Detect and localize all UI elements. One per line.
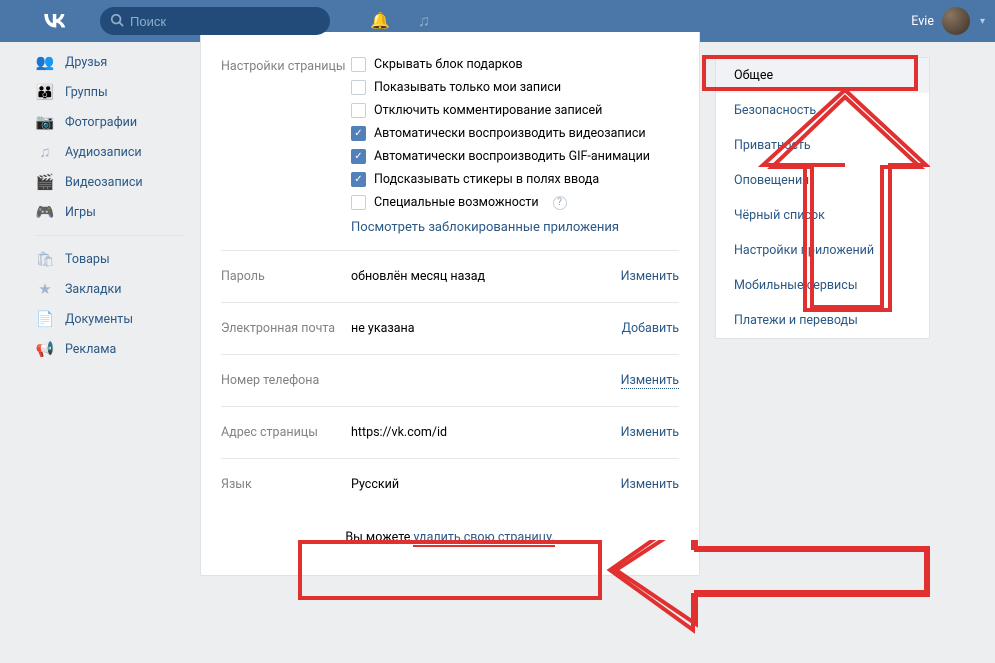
checkbox-label: Специальные возможности — [374, 195, 539, 210]
setting-row: Электронная почтане указанаДобавить — [201, 303, 699, 354]
nav-label: Реклама — [65, 342, 116, 357]
setting-checkbox-row[interactable]: Показывать только мои записи — [351, 80, 679, 95]
leftnav-item[interactable]: 📢 Реклама — [35, 334, 185, 364]
delete-account-row: Вы можете удалить свою страницу. — [201, 510, 699, 575]
setting-checkbox-row[interactable]: Скрывать блок подарков — [351, 57, 679, 72]
nav-icon: 📷 — [35, 113, 55, 131]
leftnav-item[interactable]: ♫ Аудиозаписи — [35, 137, 185, 167]
page-settings-label: Настройки страницы — [221, 57, 351, 235]
setting-action[interactable]: Изменить — [621, 373, 679, 388]
setting-checkbox-row[interactable]: ✓ Автоматически воспроизводить GIF-анимац… — [351, 149, 679, 164]
nav-label: Аудиозаписи — [65, 145, 142, 160]
header-icons: 🔔 ♫ — [370, 11, 430, 31]
chevron-down-icon: ▾ — [980, 16, 985, 27]
setting-label: Адрес страницы — [221, 425, 351, 440]
nav-icon: 🛍 — [35, 250, 55, 268]
leftnav-item[interactable]: ★ Закладки — [35, 274, 185, 304]
search-wrap — [100, 7, 330, 35]
nav-icon: 🎮 — [35, 203, 55, 221]
leftnav-item[interactable]: 📄 Документы — [35, 304, 185, 334]
setting-row: Адрес страницыhttps://vk.com/idИзменить — [201, 407, 699, 458]
setting-value: обновлён месяц назад — [351, 269, 621, 284]
vk-logo[interactable] — [40, 9, 70, 34]
checkbox-label: Автоматически воспроизводить GIF-анимаци… — [374, 149, 650, 164]
nav-divider — [35, 235, 185, 236]
checkbox[interactable]: ✓ — [351, 172, 366, 187]
setting-action[interactable]: Изменить — [621, 477, 679, 492]
nav-icon: 🎬 — [35, 173, 55, 191]
settings-panel: Настройки страницы Скрывать блок подарко… — [200, 32, 700, 576]
settings-tab[interactable]: Общее — [716, 58, 929, 93]
nav-icon: 👥 — [35, 53, 55, 71]
setting-checkbox-row[interactable]: ✓ Автоматически воспроизводить видеозапис… — [351, 126, 679, 141]
settings-tab[interactable]: Мобильные сервисы — [716, 268, 929, 303]
nav-label: Видеозаписи — [65, 175, 143, 190]
setting-value: Русский — [351, 477, 621, 492]
setting-label: Язык — [221, 477, 351, 492]
user-menu[interactable]: Evie ▾ — [911, 7, 985, 35]
checkbox[interactable]: ✓ — [351, 126, 366, 141]
settings-tab[interactable]: Настройки приложений — [716, 233, 929, 268]
nav-label: Игры — [65, 205, 96, 220]
nav-icon: 👪 — [35, 83, 55, 101]
checkbox-label: Отключить комментирование записей — [374, 103, 602, 118]
setting-value: https://vk.com/id — [351, 425, 621, 440]
nav-icon: ★ — [35, 280, 55, 298]
checkbox[interactable] — [351, 57, 366, 72]
notifications-icon[interactable]: 🔔 — [370, 11, 390, 31]
setting-action[interactable]: Изменить — [621, 269, 679, 284]
nav-icon: 📄 — [35, 310, 55, 328]
blocked-apps-link[interactable]: Посмотреть заблокированные приложения — [351, 220, 619, 235]
nav-label: Товары — [65, 252, 110, 267]
setting-row: Парольобновлён месяц назадИзменить — [201, 251, 699, 302]
setting-action[interactable]: Добавить — [622, 321, 679, 336]
checkbox-label: Скрывать блок подарков — [374, 57, 523, 72]
checkbox-label: Показывать только мои записи — [374, 80, 561, 95]
nav-icon: 📢 — [35, 340, 55, 358]
settings-tab[interactable]: Платежи и переводы — [716, 303, 929, 338]
settings-tab[interactable]: Оповещения — [716, 163, 929, 198]
settings-tab[interactable]: Безопасность — [716, 93, 929, 128]
leftnav-item[interactable]: 🎬 Видеозаписи — [35, 167, 185, 197]
setting-row: ЯзыкРусскийИзменить — [201, 459, 699, 510]
settings-tab[interactable]: Приватность — [716, 128, 929, 163]
nav-label: Друзья — [65, 55, 107, 70]
setting-label: Электронная почта — [221, 321, 351, 336]
leftnav-item[interactable]: 👥 Друзья — [35, 47, 185, 77]
footer-prefix: Вы можете — [345, 530, 413, 545]
checkbox-label: Подсказывать стикеры в полях ввода — [374, 172, 599, 187]
checkbox[interactable] — [351, 80, 366, 95]
setting-row: Номер телефона Изменить — [201, 355, 699, 406]
avatar — [942, 7, 970, 35]
username: Evie — [911, 14, 934, 29]
checkbox[interactable] — [351, 195, 366, 210]
nav-icon: ♫ — [35, 143, 55, 161]
search-icon — [110, 13, 124, 31]
setting-label: Номер телефона — [221, 373, 351, 388]
nav-label: Документы — [65, 312, 133, 327]
left-navigation: 👥 Друзья 👪 Группы 📷 Фотографии ♫ Аудиозаписи 🎬 Ви… — [35, 42, 185, 576]
help-icon[interactable]: ? — [553, 196, 567, 210]
checkbox[interactable] — [351, 103, 366, 118]
leftnav-item[interactable]: 📷 Фотографии — [35, 107, 185, 137]
setting-checkbox-row[interactable]: Специальные возможности? — [351, 195, 679, 210]
checkbox[interactable]: ✓ — [351, 149, 366, 164]
music-icon[interactable]: ♫ — [418, 11, 430, 31]
delete-account-link[interactable]: удалить свою страницу. — [413, 530, 554, 547]
setting-value: не указана — [351, 321, 622, 336]
setting-label: Пароль — [221, 269, 351, 284]
setting-checkbox-row[interactable]: Отключить комментирование записей — [351, 103, 679, 118]
search-input[interactable] — [100, 7, 330, 35]
checkbox-label: Автоматически воспроизводить видеозаписи — [374, 126, 646, 141]
settings-tabs: ОбщееБезопасностьПриватностьОповещенияЧё… — [715, 57, 930, 339]
nav-label: Группы — [65, 85, 108, 100]
setting-action[interactable]: Изменить — [621, 425, 679, 440]
leftnav-item[interactable]: 🎮 Игры — [35, 197, 185, 227]
nav-label: Закладки — [65, 282, 122, 297]
nav-label: Фотографии — [65, 115, 137, 130]
settings-tab[interactable]: Чёрный список — [716, 198, 929, 233]
leftnav-item[interactable]: 🛍 Товары — [35, 244, 185, 274]
leftnav-item[interactable]: 👪 Группы — [35, 77, 185, 107]
setting-checkbox-row[interactable]: ✓ Подсказывать стикеры в полях ввода — [351, 172, 679, 187]
